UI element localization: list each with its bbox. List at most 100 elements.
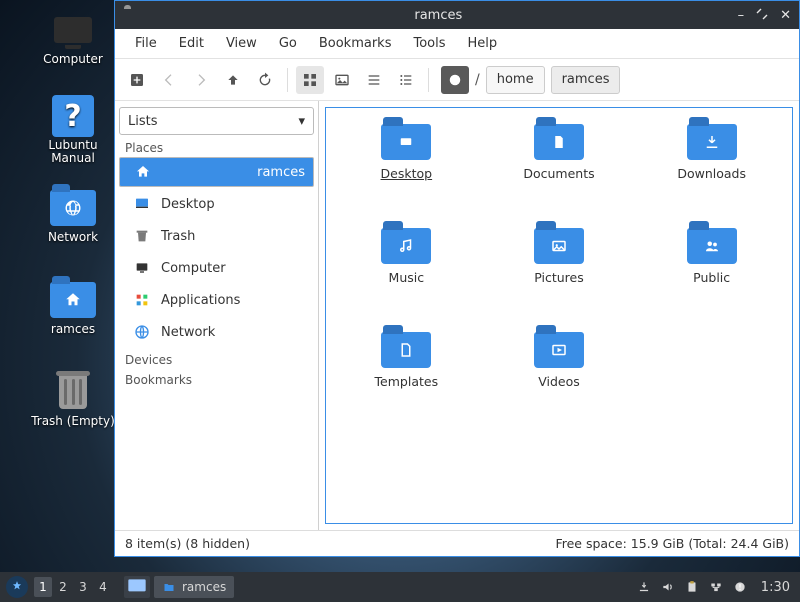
breadcrumb-current[interactable]: ramces: [551, 66, 621, 94]
status-items: 8 item(s) (8 hidden): [125, 536, 250, 551]
taskbar: 1 2 3 4 ramces 1:30: [0, 572, 800, 602]
desktop-icon-manual[interactable]: ? Lubuntu Manual: [28, 96, 118, 165]
reload-button[interactable]: [251, 66, 279, 94]
new-tab-button[interactable]: [123, 66, 151, 94]
folder-network-icon: [50, 188, 96, 228]
tray-notifications-icon[interactable]: [733, 580, 747, 594]
titlebar[interactable]: ramces – ✕: [115, 1, 799, 29]
breadcrumb-home[interactable]: home: [486, 66, 545, 94]
folder-label: Desktop: [381, 166, 433, 181]
sidebar-item-computer[interactable]: Computer: [119, 253, 314, 283]
sidebar-item-desktop[interactable]: Desktop: [119, 189, 314, 219]
sidebar-item-label: Desktop: [161, 197, 215, 212]
folder-public[interactable]: Public: [637, 224, 786, 324]
folder-documents[interactable]: Documents: [485, 120, 634, 220]
chevron-down-icon: ▾: [298, 114, 305, 129]
menu-help[interactable]: Help: [458, 32, 508, 55]
forward-button[interactable]: [187, 66, 215, 94]
view-detailed-button[interactable]: [392, 66, 420, 94]
main-pane: Desktop Documents Downloads Music Pictur…: [319, 101, 799, 530]
monitor-icon: [50, 10, 96, 50]
folder-downloads[interactable]: Downloads: [637, 120, 786, 220]
sidebar-item-home[interactable]: ramces: [119, 157, 314, 187]
computer-small-icon: [133, 259, 151, 277]
start-button[interactable]: [6, 576, 28, 598]
folder-desktop[interactable]: Desktop: [332, 120, 481, 220]
window-folder-icon: [123, 8, 139, 22]
folder-pictures[interactable]: Pictures: [485, 224, 634, 324]
workspace-3[interactable]: 3: [74, 577, 92, 597]
home-icon: [134, 163, 152, 181]
tray-updates-icon[interactable]: [637, 580, 651, 594]
desktop-icon-computer[interactable]: Computer: [28, 10, 118, 66]
desktop-icon-label: Lubuntu Manual: [28, 139, 118, 165]
desktop-icon-label: Network: [48, 231, 98, 244]
menu-bookmarks[interactable]: Bookmarks: [309, 32, 402, 55]
sidebar-item-network[interactable]: Network: [119, 317, 314, 347]
taskbar-clock[interactable]: 1:30: [757, 580, 794, 595]
places-header: Places: [119, 137, 314, 155]
view-compact-button[interactable]: [360, 66, 388, 94]
folder-grid[interactable]: Desktop Documents Downloads Music Pictur…: [325, 107, 793, 524]
folder-label: Music: [389, 270, 425, 285]
minimize-button[interactable]: –: [738, 8, 745, 23]
task-show-desktop[interactable]: [124, 576, 150, 598]
folder-label: Downloads: [677, 166, 746, 181]
maximize-button[interactable]: [756, 8, 768, 23]
desktop-icon-home[interactable]: ramces: [28, 280, 118, 336]
tray-clipboard-icon[interactable]: [685, 580, 699, 594]
workspace-2[interactable]: 2: [54, 577, 72, 597]
menu-go[interactable]: Go: [269, 32, 307, 55]
sidebar-item-trash[interactable]: Trash: [119, 221, 314, 251]
window-title: ramces: [147, 8, 730, 23]
folder-label: Pictures: [534, 270, 584, 285]
breadcrumb-separator: /: [475, 72, 480, 88]
window-controls: – ✕: [738, 8, 791, 23]
menu-tools[interactable]: Tools: [403, 32, 455, 55]
up-button[interactable]: [219, 66, 247, 94]
breadcrumb-label: ramces: [562, 72, 610, 87]
back-button[interactable]: [155, 66, 183, 94]
folder-home-icon: [50, 280, 96, 320]
sidebar-item-applications[interactable]: Applications: [119, 285, 314, 315]
folder-icon: [534, 124, 584, 160]
breadcrumb-root[interactable]: [441, 66, 469, 94]
file-manager-window: ramces – ✕ File Edit View Go Bookmarks T…: [114, 0, 800, 557]
sidebar-selector[interactable]: Lists ▾: [119, 107, 314, 135]
folder-videos[interactable]: Videos: [485, 328, 634, 428]
folder-music[interactable]: Music: [332, 224, 481, 324]
folder-templates[interactable]: Templates: [332, 328, 481, 428]
close-button[interactable]: ✕: [780, 8, 791, 23]
toolbar-separator: [287, 68, 288, 92]
tray-volume-icon[interactable]: [661, 580, 675, 594]
task-filemanager[interactable]: ramces: [154, 576, 234, 598]
menu-edit[interactable]: Edit: [169, 32, 214, 55]
desktop-icon-label: Computer: [43, 53, 103, 66]
network-small-icon: [133, 323, 151, 341]
desktop-icon-trash[interactable]: Trash (Empty): [28, 372, 118, 428]
system-tray: 1:30: [637, 580, 794, 595]
statusbar: 8 item(s) (8 hidden) Free space: 15.9 Gi…: [115, 530, 799, 556]
workspace-4[interactable]: 4: [94, 577, 112, 597]
folder-label: Videos: [538, 374, 580, 389]
folder-label: Documents: [523, 166, 594, 181]
workspace-switcher: 1 2 3 4: [34, 577, 112, 597]
folder-icon: [534, 228, 584, 264]
view-icons-button[interactable]: [296, 66, 324, 94]
folder-icon: [381, 228, 431, 264]
sidebar-selector-value: Lists: [128, 114, 158, 129]
view-thumbnails-button[interactable]: [328, 66, 356, 94]
menu-file[interactable]: File: [125, 32, 167, 55]
help-icon: ?: [50, 96, 96, 136]
desktop-icon-label: Trash (Empty): [31, 415, 115, 428]
folder-icon: [381, 124, 431, 160]
tray-network-icon[interactable]: [709, 580, 723, 594]
menu-view[interactable]: View: [216, 32, 267, 55]
folder-icon: [534, 332, 584, 368]
folder-small-icon: [162, 581, 176, 593]
status-freespace: Free space: 15.9 GiB (Total: 24.4 GiB): [555, 536, 789, 551]
desktop-icon-network[interactable]: Network: [28, 188, 118, 244]
workspace-1[interactable]: 1: [34, 577, 52, 597]
taskbar-tasks: ramces: [124, 576, 234, 598]
toolbar: / home ramces: [115, 59, 799, 101]
